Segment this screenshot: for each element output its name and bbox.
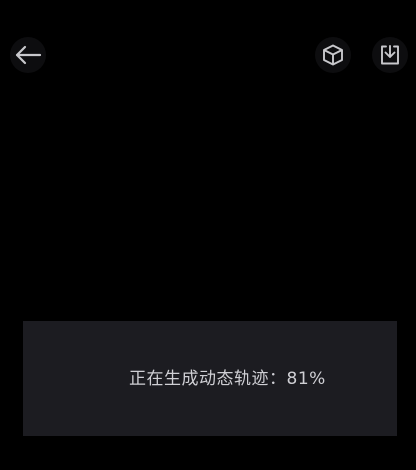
arrow-left-icon bbox=[15, 45, 42, 65]
cube-icon bbox=[323, 44, 343, 66]
back-button[interactable] bbox=[10, 37, 46, 73]
download-button[interactable] bbox=[372, 37, 408, 73]
view-3d-button[interactable] bbox=[315, 37, 351, 73]
download-icon bbox=[381, 45, 399, 65]
progress-status: 正在生成动态轨迹：81% bbox=[129, 368, 326, 390]
progress-percent: 81% bbox=[286, 369, 326, 389]
trajectory-screen: 正在生成动态轨迹：81% bbox=[0, 0, 416, 470]
progress-message: 正在生成动态轨迹： bbox=[129, 369, 287, 389]
progress-panel: 正在生成动态轨迹：81% bbox=[23, 321, 397, 436]
